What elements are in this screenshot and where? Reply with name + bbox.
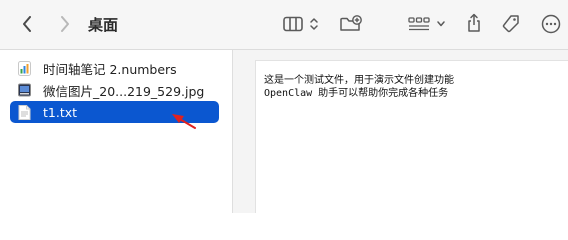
- preview-line: OpenClaw 助手可以帮助你完成各种任务: [264, 88, 449, 99]
- jpg-image-icon: [18, 83, 31, 98]
- share-icon: [468, 13, 480, 32]
- file-row-txt[interactable]: t1.txt: [10, 101, 219, 123]
- group-by-button[interactable]: [404, 12, 450, 36]
- file-row-jpg[interactable]: 微信图片_20...219_529.jpg: [10, 79, 219, 101]
- window-title: 桌面: [88, 16, 119, 34]
- column-view-icon: [283, 16, 303, 32]
- group-by-grid-icon: [408, 17, 430, 31]
- chevron-down-icon: [437, 21, 445, 27]
- file-list: 时间轴笔记 2.numbers 微信图片_20...219_529.jpg t1…: [0, 50, 232, 213]
- more-button[interactable]: [539, 12, 563, 36]
- back-button[interactable]: [16, 12, 38, 36]
- chevron-right-icon: [61, 16, 69, 32]
- ellipsis-circle-icon: [541, 14, 561, 34]
- tag-button[interactable]: [498, 11, 524, 37]
- view-mode-button[interactable]: [278, 12, 324, 36]
- chevron-left-icon: [23, 16, 31, 32]
- up-down-chevron-icon: [310, 18, 318, 30]
- toolbar: 桌面: [0, 0, 568, 50]
- text-preview: 这是一个测试文件，用于演示文件创建功能 OpenClaw 助手可以帮助你完成各种…: [255, 60, 568, 213]
- new-folder-button[interactable]: [337, 12, 365, 36]
- preview-pane: 这是一个测试文件，用于演示文件创建功能 OpenClaw 助手可以帮助你完成各种…: [233, 50, 568, 213]
- file-row-numbers[interactable]: 时间轴笔记 2.numbers: [10, 57, 219, 79]
- file-name: 时间轴笔记 2.numbers: [43, 61, 177, 77]
- forward-button[interactable]: [54, 12, 76, 36]
- tag-icon: [502, 15, 519, 33]
- file-name: t1.txt: [43, 104, 78, 120]
- text-file-icon: [18, 104, 31, 120]
- numbers-file-icon: [18, 60, 31, 76]
- file-name: 微信图片_20...219_529.jpg: [43, 83, 205, 99]
- preview-line: 这是一个测试文件，用于演示文件创建功能: [264, 75, 454, 86]
- new-folder-icon: [340, 15, 362, 31]
- share-button[interactable]: [462, 10, 486, 36]
